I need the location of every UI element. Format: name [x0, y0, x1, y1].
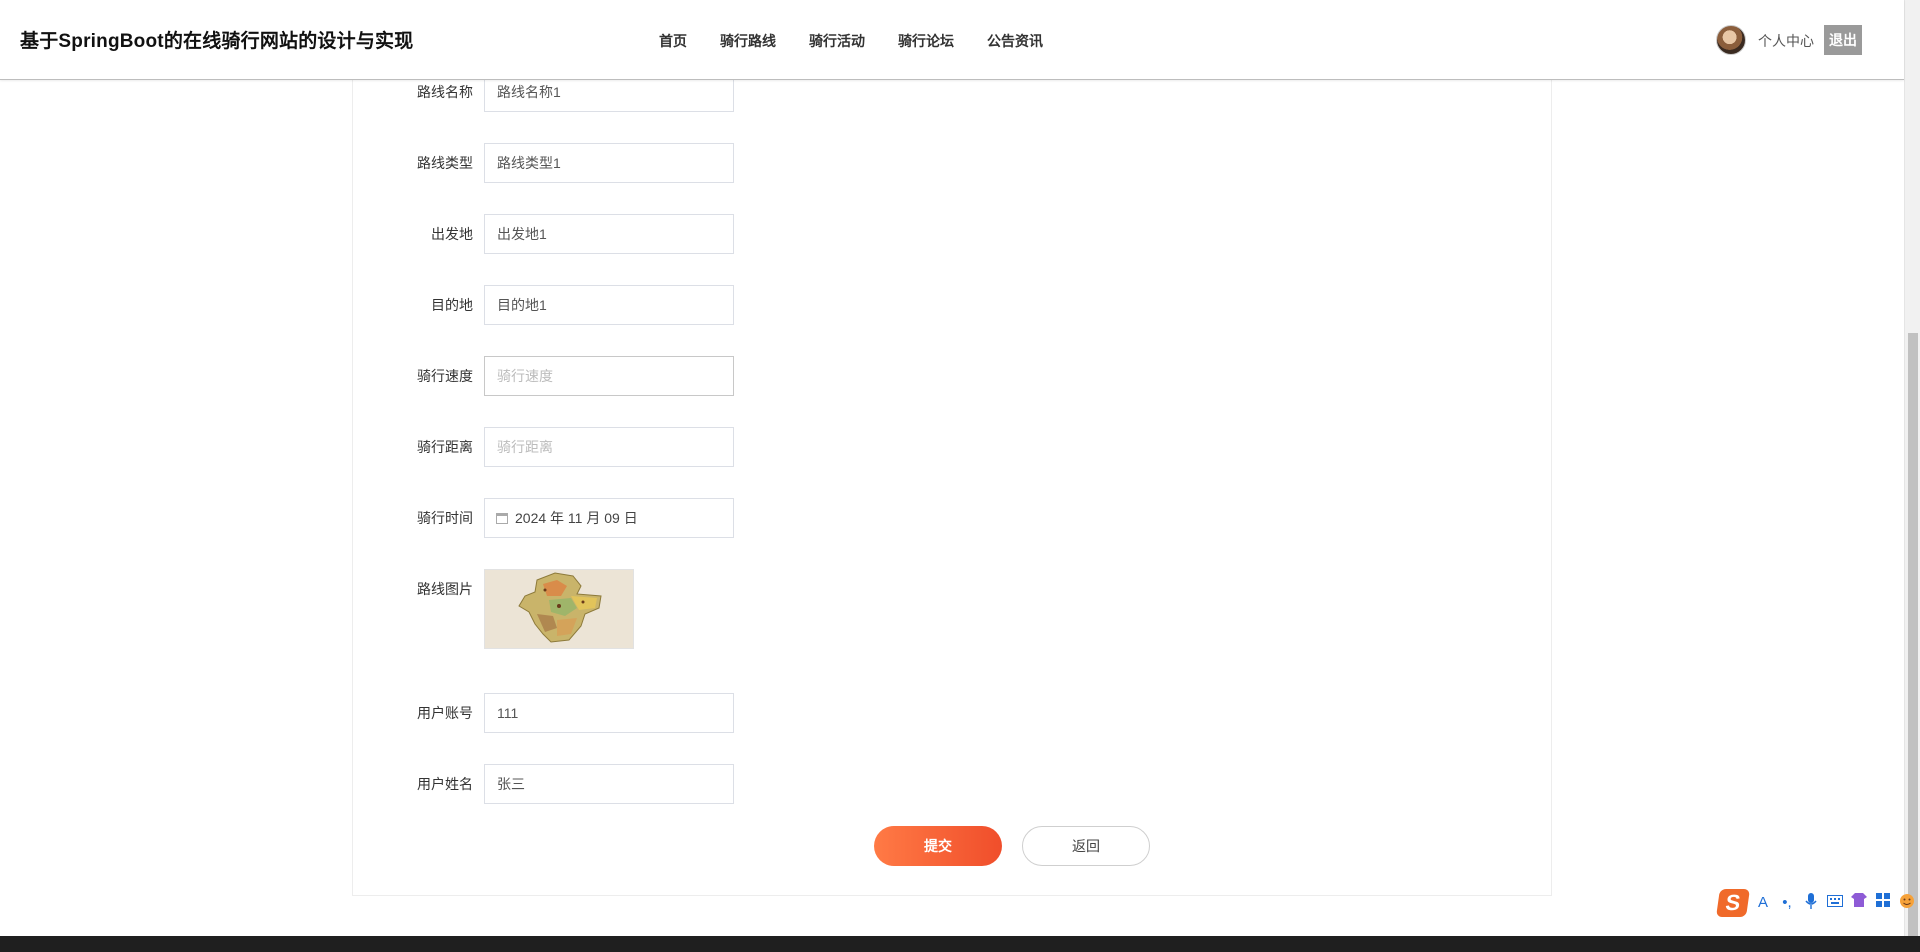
calendar-icon: [496, 512, 508, 524]
page-scrollbar[interactable]: [1904, 0, 1920, 936]
ride-time-value: 2024 年 11 月 09 日: [515, 510, 638, 526]
map-illustration: [485, 570, 633, 648]
nav-item-routes[interactable]: 骑行路线: [720, 31, 776, 51]
shirt-icon[interactable]: [1850, 893, 1868, 913]
profile-link[interactable]: 个人中心: [1758, 32, 1814, 50]
nav-item-activities[interactable]: 骑行活动: [809, 31, 865, 51]
speed-input[interactable]: [484, 356, 734, 396]
ride-time-row: 骑行时间 2024 年 11 月 09 日: [353, 498, 953, 538]
route-type-input[interactable]: [484, 143, 734, 183]
speed-label: 骑行速度: [417, 368, 473, 384]
letter-a-icon[interactable]: A: [1754, 893, 1772, 913]
ride-time-datepicker[interactable]: 2024 年 11 月 09 日: [484, 498, 734, 538]
scrollbar-thumb[interactable]: [1908, 333, 1918, 936]
logout-button[interactable]: 退出: [1824, 25, 1862, 55]
site-title: 基于SpringBoot的在线骑行网站的设计与实现: [20, 31, 414, 52]
nav-item-announcements[interactable]: 公告资讯: [987, 31, 1043, 51]
route-form: 路线名称 路线类型 出发地 目的地 骑行速度 骑行距离 骑行时间: [352, 60, 1552, 896]
route-map-image[interactable]: [484, 569, 634, 649]
ime-logo-icon[interactable]: S: [1716, 889, 1750, 917]
top-header: 基于SpringBoot的在线骑行网站的设计与实现 首页 骑行路线 骑行活动 骑…: [0, 0, 1904, 80]
departure-label: 出发地: [431, 226, 473, 242]
route-type-row: 路线类型: [353, 143, 953, 183]
user-name-input[interactable]: [484, 764, 734, 804]
user-name-label: 用户姓名: [417, 776, 473, 792]
emoji-icon[interactable]: [1898, 893, 1916, 913]
grid-icon[interactable]: [1874, 893, 1892, 913]
nav-item-home[interactable]: 首页: [659, 31, 687, 51]
user-account-label: 用户账号: [417, 705, 473, 721]
distance-input[interactable]: [484, 427, 734, 467]
destination-row: 目的地: [353, 285, 953, 325]
submit-button[interactable]: 提交: [874, 826, 1002, 866]
route-image-label: 路线图片: [417, 581, 473, 597]
route-type-label: 路线类型: [417, 155, 473, 171]
keyboard-icon[interactable]: [1826, 893, 1844, 913]
departure-row: 出发地: [353, 214, 953, 254]
user-name-row: 用户姓名: [353, 764, 953, 804]
ime-toolbar: S A •,: [1716, 888, 1920, 918]
ride-time-label: 骑行时间: [417, 510, 473, 526]
user-account-input[interactable]: [484, 693, 734, 733]
destination-input[interactable]: [484, 285, 734, 325]
departure-input[interactable]: [484, 214, 734, 254]
punctuation-icon[interactable]: •,: [1778, 893, 1796, 913]
speed-row: 骑行速度: [353, 356, 953, 396]
destination-label: 目的地: [431, 297, 473, 313]
route-image-row: 路线图片: [353, 569, 953, 649]
page-viewport: 基于SpringBoot的在线骑行网站的设计与实现 首页 骑行路线 骑行活动 骑…: [0, 0, 1920, 952]
back-button[interactable]: 返回: [1022, 826, 1150, 866]
footer-bar: [0, 936, 1920, 952]
nav-item-forum[interactable]: 骑行论坛: [898, 31, 954, 51]
microphone-icon[interactable]: [1802, 893, 1820, 913]
avatar[interactable]: [1716, 25, 1746, 55]
distance-row: 骑行距离: [353, 427, 953, 467]
distance-label: 骑行距离: [417, 439, 473, 455]
user-account-row: 用户账号: [353, 693, 953, 733]
main-nav: 首页 骑行路线 骑行活动 骑行论坛 公告资讯: [659, 31, 1076, 51]
